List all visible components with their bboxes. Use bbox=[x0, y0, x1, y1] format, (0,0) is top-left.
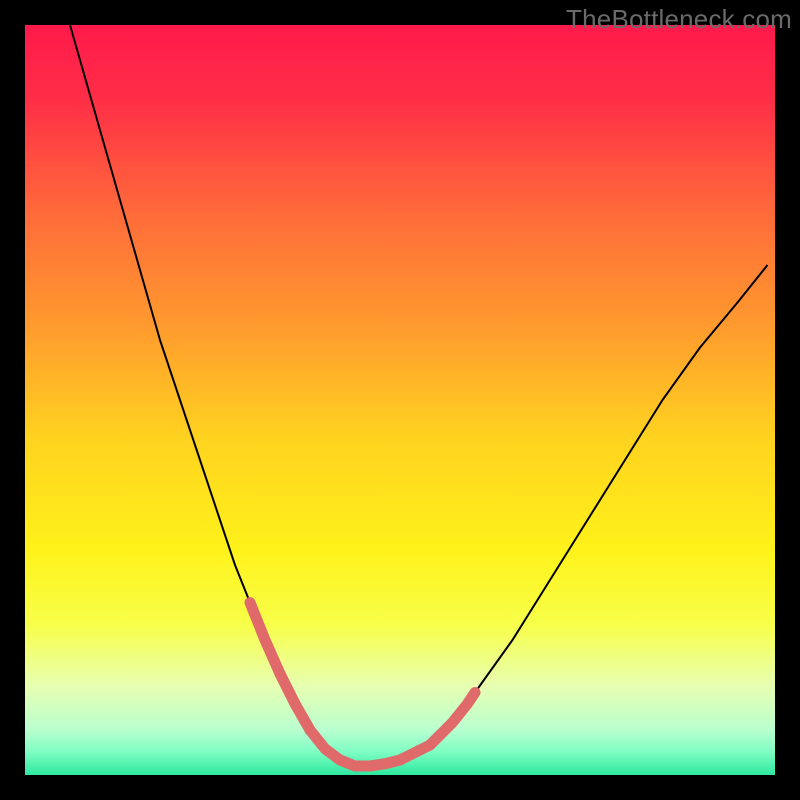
watermark-text: TheBottleneck.com bbox=[566, 4, 792, 35]
chart-frame bbox=[25, 25, 775, 775]
chart-svg bbox=[25, 25, 775, 775]
